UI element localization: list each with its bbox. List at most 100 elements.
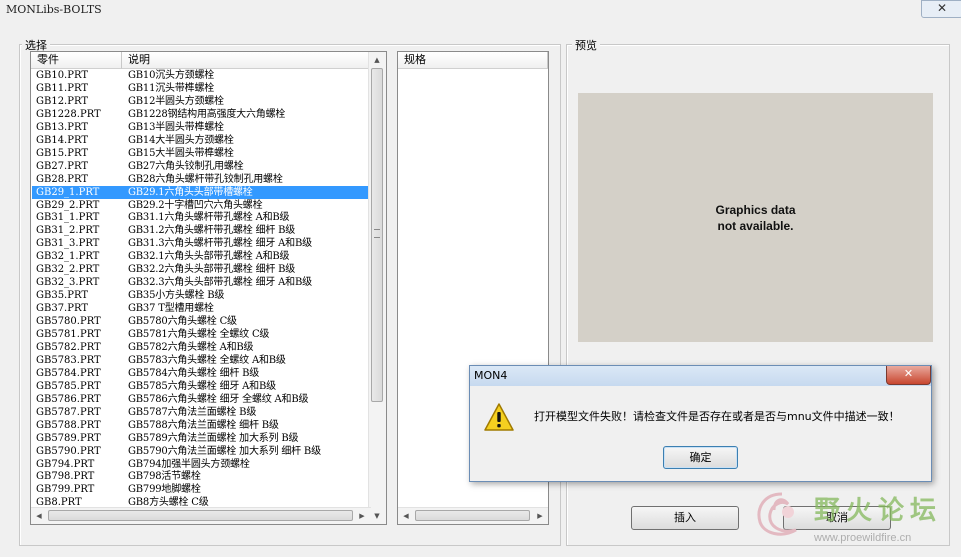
list-item[interactable]: GB31_1.PRT GB31.1六角头螺杆带孔螺栓 A和B级 <box>32 211 370 224</box>
list-item[interactable]: GB32_1.PRT GB32.1六角头头部带孔螺栓 A和B级 <box>32 250 370 263</box>
column-header-part[interactable]: 零件 <box>31 52 122 69</box>
list-item-description: GB1228钢结构用高强度大六角螺栓 <box>128 108 286 120</box>
list-item-description: GB31.2六角头螺杆带孔螺栓 细杆 B级 <box>128 225 296 237</box>
list-item-part: GB5780.PRT <box>36 316 101 328</box>
list-item[interactable]: GB794.PRT GB794加强半圆头方颈螺栓 <box>32 458 370 471</box>
column-header-description[interactable]: 说明 <box>122 52 371 69</box>
list-item[interactable]: GB29_1.PRT GB29.1六角头头部带槽螺栓 <box>32 185 370 199</box>
list-item[interactable]: GB5781.PRT GB5781六角头螺栓 全螺纹 C级 <box>32 328 370 341</box>
list-item-part: GB11.PRT <box>36 82 88 94</box>
dialog-titlebar: MON4 ✕ <box>470 366 931 386</box>
list-item-description: GB31.1六角头螺杆带孔螺栓 A和B级 <box>128 212 290 224</box>
list-item[interactable]: GB5784.PRT GB5784六角头螺栓 细杆 B级 <box>32 367 370 380</box>
list-item-part: GB32_2.PRT <box>36 264 100 276</box>
list-item-description: GB35小方头螺栓 B级 <box>128 290 225 302</box>
list-item[interactable]: GB5782.PRT GB5782六角头螺栓 A和B级 <box>32 341 370 354</box>
list-item-part: GB29_2.PRT <box>36 199 100 211</box>
watermark-logo-icon <box>757 492 797 536</box>
window-title: MONLibs-BOLTS <box>6 3 102 16</box>
list-item[interactable]: GB31_2.PRT GB31.2六角头螺杆带孔螺栓 细杆 B级 <box>32 224 370 237</box>
list-item-part: GB794.PRT <box>36 458 95 470</box>
window-titlebar: MONLibs-BOLTS ✕ <box>0 0 961 22</box>
hscroll-thumb[interactable] <box>48 510 353 521</box>
list-item[interactable]: GB13.PRT GB13半圆头带榫螺栓 <box>32 121 370 134</box>
list-item[interactable]: GB14.PRT GB14大半圆头方颈螺栓 <box>32 134 370 147</box>
column-header-spec[interactable]: 规格 <box>398 52 548 69</box>
scroll-left-icon[interactable]: ◀ <box>398 508 414 524</box>
list-item-description: GB10沉头方颈螺栓 <box>128 70 215 81</box>
list-item[interactable]: GB37.PRT GB37 T型槽用螺栓 <box>32 302 370 315</box>
list-item[interactable]: GB31_3.PRT GB31.3六角头螺杆带孔螺栓 细牙 A和B级 <box>32 237 370 250</box>
scroll-thumb[interactable] <box>371 68 383 402</box>
preview-message-line1: Graphics data <box>715 203 796 217</box>
list-item-part: GB32_1.PRT <box>36 251 100 263</box>
list-item[interactable]: GB11.PRT GB11沉头带榫螺栓 <box>32 82 370 95</box>
list-item-part: GB32_3.PRT <box>36 277 100 289</box>
list-item-description: GB13半圆头带榫螺栓 <box>128 121 224 133</box>
list-item[interactable]: GB5787.PRT GB5787六角法兰面螺栓 B级 <box>32 406 370 419</box>
list-item[interactable]: GB5786.PRT GB5786六角头螺栓 细牙 全螺纹 A和B级 <box>32 393 370 406</box>
list-item-part: GB12.PRT <box>36 95 88 107</box>
parts-list[interactable]: 零件 说明 GB10.PRT GB10沉头方颈螺栓 GB11.PRT GB11沉头带榫… <box>30 51 387 525</box>
scroll-right-icon[interactable]: ▶ <box>532 508 548 524</box>
list-item-part: GB29_1.PRT <box>36 186 100 198</box>
list-item-part: GB5787.PRT <box>36 406 101 418</box>
spec-list-hscrollbar[interactable]: ◀ ▶ <box>398 507 548 524</box>
scroll-left-icon[interactable]: ◀ <box>31 508 47 524</box>
insert-button[interactable]: 插入 <box>631 506 739 530</box>
list-item-description: GB12半圆头方颈螺栓 <box>128 95 224 107</box>
list-item-description: GB5781六角头螺栓 全螺纹 C级 <box>128 329 270 340</box>
list-item-description: GB5789六角法兰面螺栓 加大系列 B级 <box>128 432 299 444</box>
list-item[interactable]: GB32_3.PRT GB32.3六角头头部带孔螺栓 细牙 A和B级 <box>32 276 370 289</box>
preview-canvas: Graphics data not available. <box>578 93 933 342</box>
list-item-description: GB794加强半圆头方颈螺栓 <box>128 458 250 470</box>
preview-message-line2: not available. <box>717 219 794 233</box>
hscroll-thumb[interactable] <box>415 510 530 521</box>
list-item-part: GB799.PRT <box>36 484 95 496</box>
list-item-part: GB31_1.PRT <box>36 212 100 224</box>
list-item[interactable]: GB15.PRT GB15大半圆头带榫螺栓 <box>32 147 370 160</box>
list-item-description: GB31.3六角头螺杆带孔螺栓 细牙 A和B级 <box>128 238 312 250</box>
list-item[interactable]: GB799.PRT GB799地脚螺栓 <box>32 483 370 496</box>
list-item[interactable]: GB27.PRT GB27六角头铰制孔用螺栓 <box>32 160 370 173</box>
list-item[interactable]: GB35.PRT GB35小方头螺栓 B级 <box>32 289 370 302</box>
list-item[interactable]: GB1228.PRT GB1228钢结构用高强度大六角螺栓 <box>32 108 370 121</box>
scroll-down-icon[interactable]: ▼ <box>369 508 385 524</box>
watermark: 野火论坛 www.proewildfire.cn <box>752 490 961 557</box>
error-dialog: MON4 ✕ 打开模型文件失败！请检查文件是否存在或者是否与mnu文件中描述一致… <box>469 365 932 482</box>
list-item-description: GB28六角头螺杆带孔铰制孔用螺栓 <box>128 173 283 185</box>
list-item-part: GB13.PRT <box>36 121 88 133</box>
list-item[interactable]: GB12.PRT GB12半圆头方颈螺栓 <box>32 95 370 108</box>
list-item[interactable]: GB5790.PRT GB5790六角法兰面螺栓 加大系列 细杆 B级 <box>32 445 370 458</box>
scroll-right-icon[interactable]: ▶ <box>354 508 370 524</box>
list-item[interactable]: GB10.PRT GB10沉头方颈螺栓 <box>32 69 370 82</box>
scroll-up-icon[interactable]: ▲ <box>369 52 385 68</box>
list-item[interactable]: GB28.PRT GB28六角头螺杆带孔铰制孔用螺栓 <box>32 173 370 186</box>
list-item-part: GB5785.PRT <box>36 380 101 392</box>
parts-list-vscrollbar[interactable]: ▲ ▼ <box>368 52 386 524</box>
list-item[interactable]: GB29_2.PRT GB29.2十字槽凹穴六角头螺栓 <box>32 199 370 212</box>
list-item-part: GB28.PRT <box>36 173 88 185</box>
list-item-description: GB5784六角头螺栓 细杆 B级 <box>128 367 260 379</box>
list-item-part: GB798.PRT <box>36 471 95 483</box>
list-item[interactable]: GB5788.PRT GB5788六角法兰面螺栓 细杆 B级 <box>32 419 370 432</box>
window-close-button[interactable]: ✕ <box>921 0 961 18</box>
list-item[interactable]: GB5789.PRT GB5789六角法兰面螺栓 加大系列 B级 <box>32 432 370 445</box>
list-item[interactable]: GB798.PRT GB798活节螺栓 <box>32 470 370 483</box>
list-item[interactable]: GB5785.PRT GB5785六角头螺栓 细牙 A和B级 <box>32 380 370 393</box>
list-item-description: GB5780六角头螺栓 C级 <box>128 316 237 328</box>
list-item[interactable]: GB5780.PRT GB5780六角头螺栓 C级 <box>32 315 370 328</box>
list-item-part: GB31_3.PRT <box>36 238 100 250</box>
list-item[interactable]: GB32_2.PRT GB32.2六角头头部带孔螺栓 细杆 B级 <box>32 263 370 276</box>
list-item[interactable]: GB5783.PRT GB5783六角头螺栓 全螺纹 A和B级 <box>32 354 370 367</box>
list-item-description: GB15大半圆头带榫螺栓 <box>128 147 234 159</box>
dialog-close-button[interactable]: ✕ <box>886 366 931 385</box>
parts-list-hscrollbar[interactable]: ◀ ▶ <box>31 507 371 524</box>
preview-message: Graphics data not available. <box>578 202 933 234</box>
list-item-description: GB799地脚螺栓 <box>128 484 201 496</box>
list-item-description: GB5788六角法兰面螺栓 细杆 B级 <box>128 419 279 431</box>
list-item-description: GB27六角头铰制孔用螺栓 <box>128 160 244 172</box>
ok-button[interactable]: 确定 <box>663 446 738 469</box>
watermark-url: www.proewildfire.cn <box>814 532 912 544</box>
list-item-part: GB5788.PRT <box>36 419 101 431</box>
